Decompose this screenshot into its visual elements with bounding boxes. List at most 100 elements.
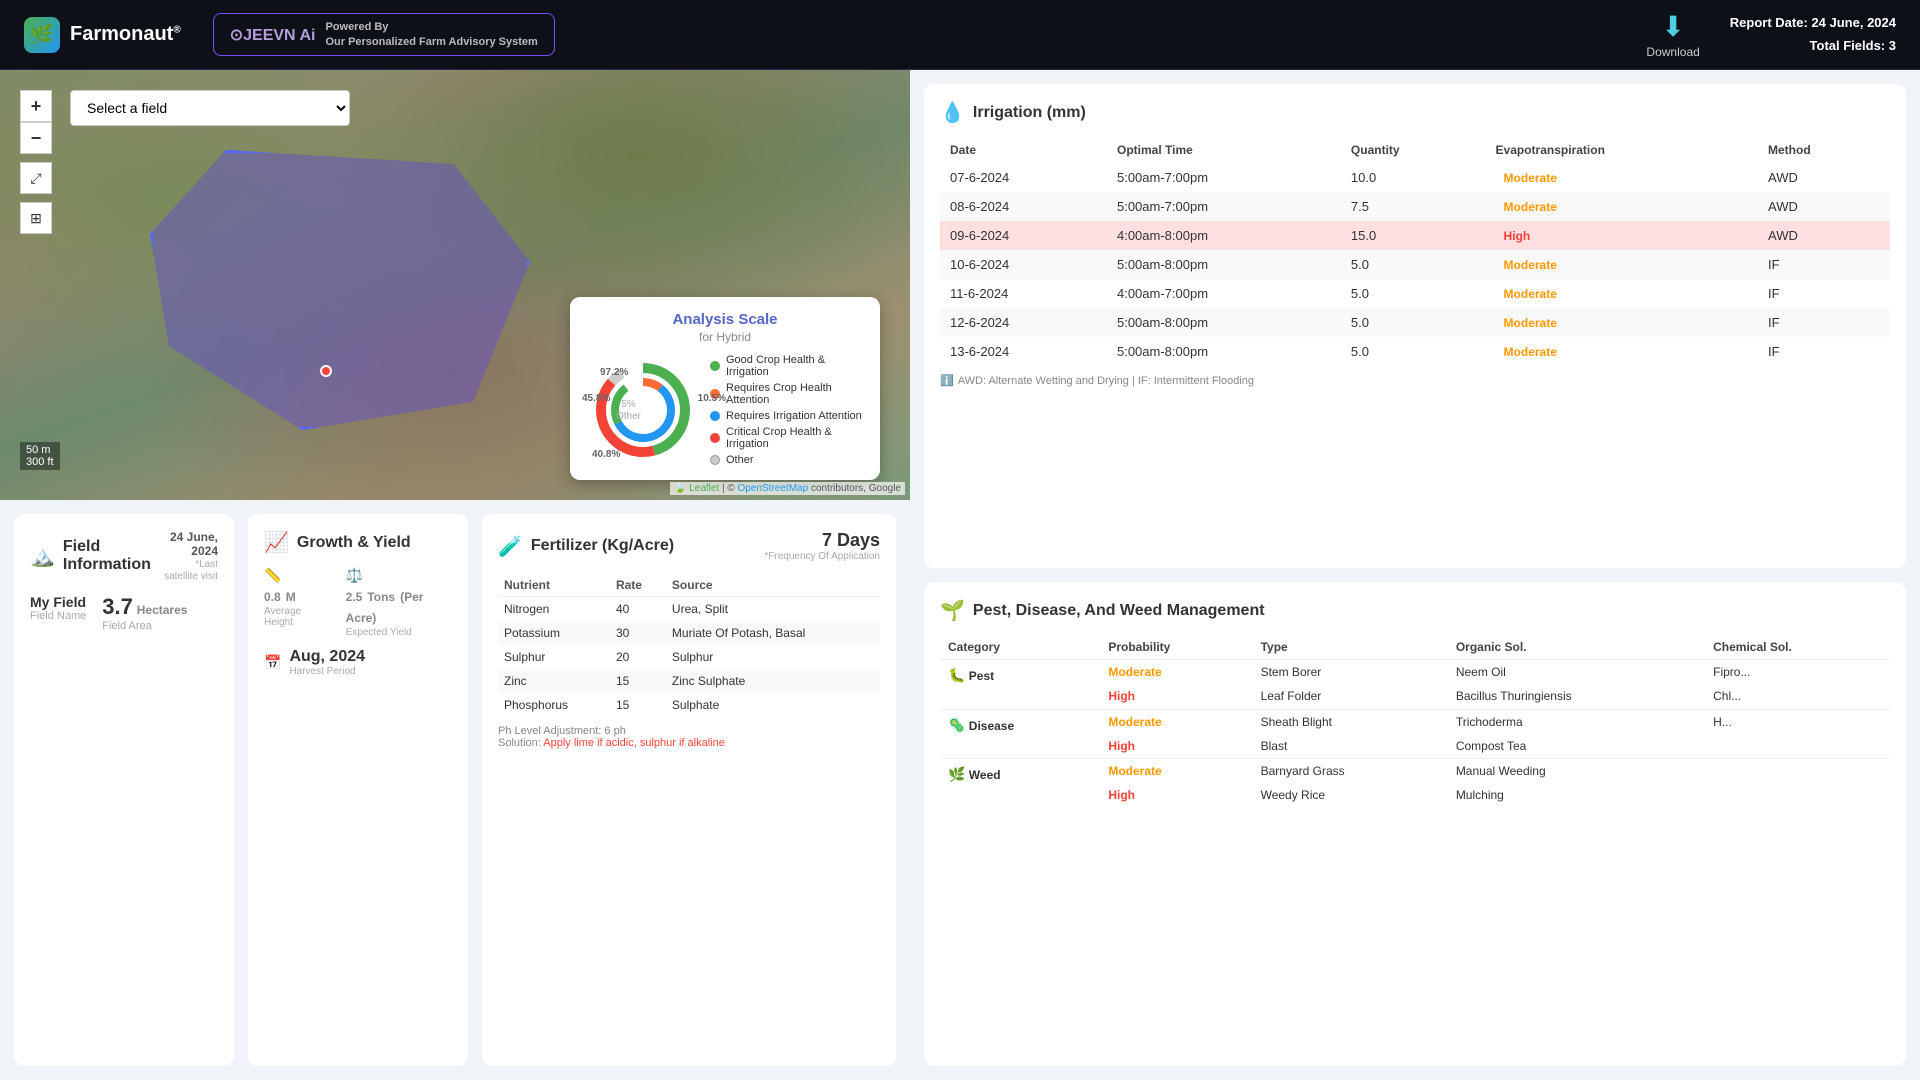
layers-button[interactable]: ⊞ xyxy=(20,202,52,234)
map-container[interactable]: + − ⤢ ⊞ Select a field 50 m 300 ft Analy… xyxy=(0,70,910,500)
irrigation-row: 07-6-2024 5:00am-7:00pm 10.0 Moderate AW… xyxy=(940,163,1890,192)
fertilizer-row: Phosphorus 15 Sulphate xyxy=(498,693,880,717)
fert-table-header: Nutrient Rate Source xyxy=(498,574,880,597)
pest-table-body: 🐛 Pest Moderate Stem Borer Neem Oil Fipr… xyxy=(940,660,1890,808)
evap-badge: Moderate xyxy=(1496,169,1565,187)
probability-badge: High xyxy=(1108,689,1135,703)
irrigation-card: 💧 Irrigation (mm) Date Optimal Time Quan… xyxy=(924,84,1906,568)
chart-label-top: 10.5% xyxy=(698,393,726,404)
fertilizer-header: 🧪 Fertilizer (Kg/Acre) 7 Days *Frequency… xyxy=(498,530,880,562)
fertilizer-action-link[interactable]: Apply lime if acidic, sulphur if alkalin… xyxy=(543,737,725,749)
total-fields: Total Fields: 3 xyxy=(1730,35,1896,57)
pest-row: 🦠 Disease Moderate Sheath Blight Trichod… xyxy=(940,709,1890,734)
download-icon: ⬇ xyxy=(1661,10,1684,43)
fertilizer-row: Potassium 30 Muriate Of Potash, Basal xyxy=(498,621,880,645)
jeevn-logo: ⊙JEEVN Ai xyxy=(230,25,316,45)
logo: 🌿 Farmonaut® xyxy=(24,17,181,53)
donut-chart: 10.5% 97.2% 45.8% 40.8% 5%Other xyxy=(588,355,698,465)
legend-dot-requires-irr xyxy=(710,411,720,421)
analysis-title: Analysis Scale xyxy=(588,311,862,328)
field-name-col: My Field Field Name xyxy=(30,594,86,632)
growth-yield-card: 📈 Growth & Yield 📏 0.8 M Average Height xyxy=(248,514,468,1066)
probability-badge: High xyxy=(1108,739,1135,753)
pest-row: 🌿 Weed Moderate Barnyard Grass Manual We… xyxy=(940,759,1890,784)
analysis-popup: Analysis Scale for Hybrid xyxy=(570,297,880,480)
field-area-col: 3.7 Hectares Field Area xyxy=(102,594,187,632)
legend-dot-good xyxy=(710,361,720,371)
zoom-in-button[interactable]: + xyxy=(20,90,52,122)
fertilizer-icon: 🧪 xyxy=(498,534,523,559)
irrigation-footer: ℹ️ AWD: Alternate Wetting and Drying | I… xyxy=(940,374,1890,387)
field-info-date: 24 June, 2024 *Last satellite visit xyxy=(162,530,218,582)
download-button[interactable]: ⬇ Download xyxy=(1646,10,1699,59)
irrigation-row: 13-6-2024 5:00am-8:00pm 5.0 Moderate IF xyxy=(940,337,1890,366)
map-attribution: 🍃 Leaflet | © OpenStreetMap contributors… xyxy=(670,482,905,495)
info-icon: ℹ️ xyxy=(940,374,954,387)
legend-item-other: Other xyxy=(710,454,862,466)
harvest-icon: 📅 xyxy=(264,654,281,671)
left-panel: + − ⤢ ⊞ Select a field 50 m 300 ft Analy… xyxy=(0,70,910,1080)
fertilizer-row: Nitrogen 40 Urea, Split xyxy=(498,597,880,622)
field-select-container[interactable]: Select a field xyxy=(70,90,350,126)
pest-row: 🐛 Pest Moderate Stem Borer Neem Oil Fipr… xyxy=(940,660,1890,685)
jeevn-badge: ⊙JEEVN Ai Powered By Our Personalized Fa… xyxy=(213,13,555,56)
field-select-input[interactable]: Select a field xyxy=(70,90,350,126)
growth-metrics: 📏 0.8 M Average Height ⚖️ 2.5 xyxy=(264,567,452,638)
growth-icon: 📈 xyxy=(264,530,289,555)
evap-badge: Moderate xyxy=(1496,256,1565,274)
farmonaut-logo-icon: 🌿 xyxy=(24,17,60,53)
probability-badge: Moderate xyxy=(1108,665,1161,679)
field-info-card: 🏔️ Field Information 24 June, 2024 *Last… xyxy=(14,514,234,1066)
legend-item-requires-irr: Requires Irrigation Attention xyxy=(710,410,862,422)
expand-button[interactable]: ⤢ xyxy=(20,162,52,194)
pest-card: 🌱 Pest, Disease, And Weed Management Cat… xyxy=(924,582,1906,1066)
evap-badge: Moderate xyxy=(1496,314,1565,332)
field-info-header: 🏔️ Field Information 24 June, 2024 *Last… xyxy=(30,530,218,582)
download-label: Download xyxy=(1646,45,1699,59)
fertilizer-title: Fertilizer (Kg/Acre) xyxy=(531,537,674,555)
probability-badge: Moderate xyxy=(1108,715,1161,729)
legend-dot-other xyxy=(710,455,720,465)
evap-badge: Moderate xyxy=(1496,198,1565,216)
fertilizer-frequency: 7 Days *Frequency Of Application xyxy=(764,530,880,562)
irrigation-row: 11-6-2024 4:00am-7:00pm 5.0 Moderate IF xyxy=(940,279,1890,308)
pest-title: Pest, Disease, And Weed Management xyxy=(973,602,1265,620)
header: 🌿 Farmonaut® ⊙JEEVN Ai Powered By Our Pe… xyxy=(0,0,1920,70)
fertilizer-row: Zinc 15 Zinc Sulphate xyxy=(498,669,880,693)
irrigation-row: 10-6-2024 5:00am-8:00pm 5.0 Moderate IF xyxy=(940,250,1890,279)
evap-badge: High xyxy=(1496,227,1539,245)
fertilizer-row: Sulphur 20 Sulphur xyxy=(498,645,880,669)
chart-label-458: 45.8% xyxy=(582,393,610,404)
jeevn-subtitle: Powered By Our Personalized Farm Advisor… xyxy=(325,20,537,49)
analysis-chart-area: 10.5% 97.2% 45.8% 40.8% 5%Other Good Cro… xyxy=(588,354,862,466)
chart-center-label: 5%Other xyxy=(616,399,641,423)
analysis-subtitle: for Hybrid xyxy=(588,330,862,344)
map-controls: + − ⤢ ⊞ xyxy=(20,90,52,234)
legend-dot-critical xyxy=(710,433,720,443)
bottom-cards: 🏔️ Field Information 24 June, 2024 *Last… xyxy=(0,500,910,1080)
irr-table-header: Date Optimal Time Quantity Evapotranspir… xyxy=(940,137,1890,163)
chart-label-97: 97.2% xyxy=(600,367,628,378)
pest-table: Category Probability Type Organic Sol. C… xyxy=(940,635,1890,807)
irrigation-row: 09-6-2024 4:00am-8:00pm 15.0 High AWD xyxy=(940,221,1890,250)
fertilizer-card: 🧪 Fertilizer (Kg/Acre) 7 Days *Frequency… xyxy=(482,514,896,1066)
irrigation-header: 💧 Irrigation (mm) xyxy=(940,100,1890,125)
zoom-out-button[interactable]: − xyxy=(20,122,52,154)
evap-badge: Moderate xyxy=(1496,343,1565,361)
probability-badge: Moderate xyxy=(1108,764,1161,778)
fertilizer-footer: Ph Level Adjustment: 6 ph Solution: Appl… xyxy=(498,725,880,749)
fertilizer-table-body: Nitrogen 40 Urea, Split Potassium 30 Mur… xyxy=(498,597,880,718)
pest-table-header: Category Probability Type Organic Sol. C… xyxy=(940,635,1890,660)
legend-item-requires-ch: Requires Crop Health Attention xyxy=(710,382,862,406)
field-icon: 🏔️ xyxy=(30,544,55,569)
pest-icon: 🌱 xyxy=(940,598,965,623)
irrigation-table: Date Optimal Time Quantity Evapotranspir… xyxy=(940,137,1890,366)
report-date: Report Date: 24 June, 2024 xyxy=(1730,12,1896,34)
report-info: Report Date: 24 June, 2024 Total Fields:… xyxy=(1730,12,1896,56)
legend-item-good: Good Crop Health & Irrigation xyxy=(710,354,862,378)
yield-icon: ⚖️ xyxy=(346,567,363,583)
evap-badge: Moderate xyxy=(1496,285,1565,303)
irrigation-row: 12-6-2024 5:00am-8:00pm 5.0 Moderate IF xyxy=(940,308,1890,337)
header-left: 🌿 Farmonaut® ⊙JEEVN Ai Powered By Our Pe… xyxy=(24,13,555,56)
map-marker xyxy=(320,365,332,377)
